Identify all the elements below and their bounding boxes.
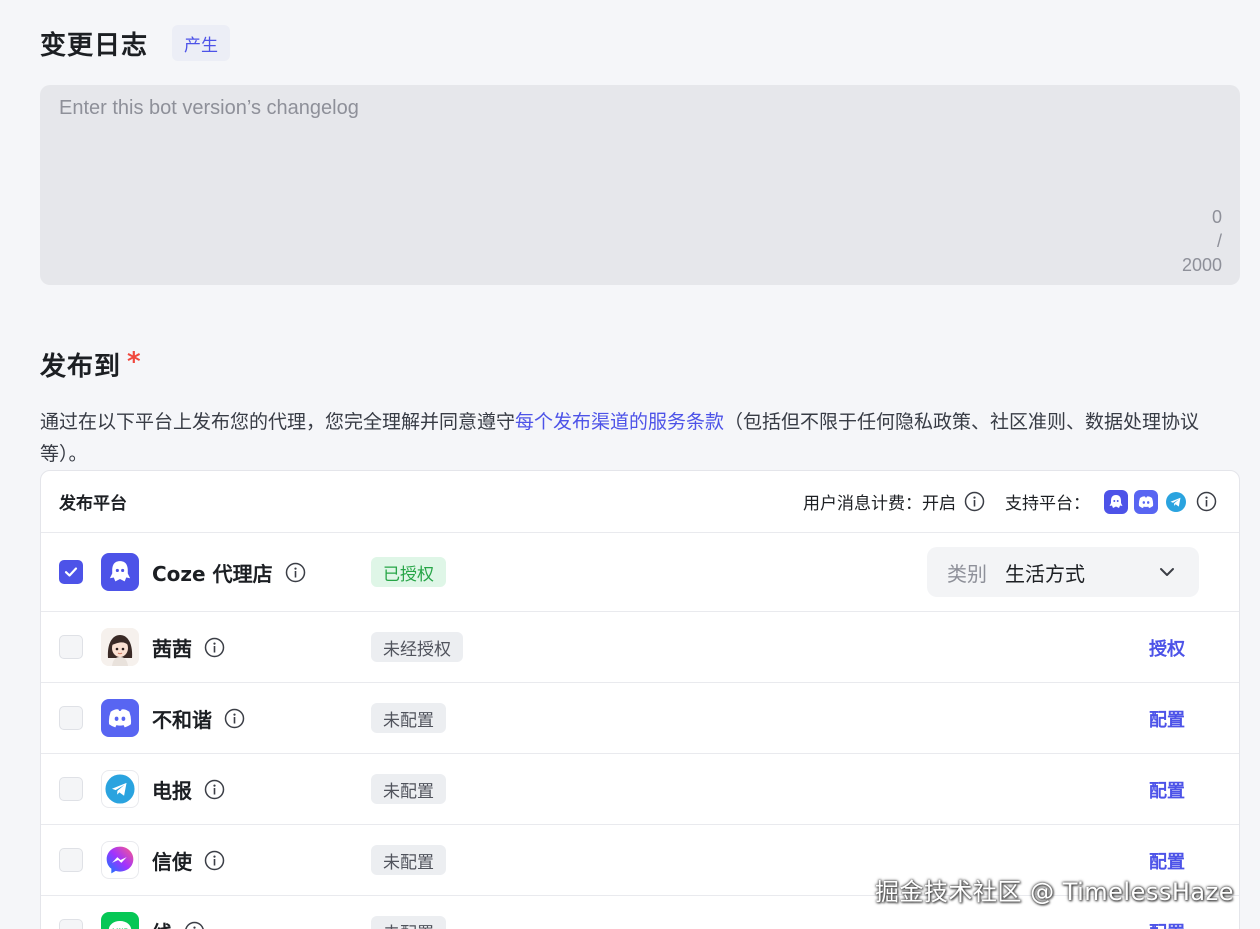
discord-icon [101, 699, 139, 737]
platform-checkbox[interactable] [59, 706, 83, 730]
platform-name: 信使 [152, 847, 225, 874]
platform-name: 不和谐 [152, 705, 245, 732]
configure-button[interactable]: 配置 [1149, 706, 1185, 731]
status-badge: 未配置 [371, 774, 446, 804]
platform-row-coze: Coze 代理店 已授权 类别 生活方式 [41, 533, 1239, 612]
category-label: 类别 [947, 561, 987, 586]
terms-link[interactable]: 每个发布渠道的服务条款 [515, 411, 724, 433]
platform-table: 发布平台 用户消息计费：开启 支持平台： Coze 代理店 已授权 类别 生活方… [40, 470, 1240, 929]
line-icon: LINE [101, 912, 139, 929]
status-badge: 已授权 [371, 557, 446, 587]
table-header-title: 发布平台 [59, 494, 127, 514]
platform-name-label: 电报 [152, 778, 192, 803]
generate-changelog-button[interactable]: 产生 [172, 25, 231, 61]
category-select[interactable]: 类别 生活方式 [927, 547, 1199, 597]
platform-checkbox[interactable] [59, 919, 83, 929]
configure-button[interactable]: 配置 [1149, 919, 1185, 929]
billing-info-icon[interactable] [964, 491, 985, 512]
changelog-header: 变更日志 产生 [40, 24, 231, 62]
coze-icon [101, 553, 139, 591]
platform-name-label: 信使 [152, 849, 192, 874]
info-icon[interactable] [224, 708, 245, 729]
changelog-box: 0 / 2000 [40, 85, 1240, 285]
platform-name: 电报 [152, 776, 225, 803]
chevron-down-icon [1157, 562, 1177, 587]
configure-button[interactable]: 配置 [1149, 848, 1185, 873]
telegram-icon [101, 770, 139, 808]
table-header: 发布平台 用户消息计费：开启 支持平台： [41, 471, 1239, 533]
char-counter-sep: / [1216, 231, 1222, 251]
table-header-right: 用户消息计费：开启 支持平台： [803, 471, 1217, 532]
terms-text: 通过在以下平台上发布您的代理，您完全理解并同意遵守每个发布渠道的服务条款（包括但… [40, 406, 1245, 470]
terms-before: 通过在以下平台上发布您的代理，您完全理解并同意遵守 [40, 411, 516, 433]
char-counter-current: 0 [1211, 207, 1222, 227]
support-info-icon[interactable] [1196, 491, 1217, 512]
authorize-button[interactable]: 授权 [1149, 635, 1185, 660]
required-mark: * [127, 347, 141, 377]
support-label: 支持平台： [1005, 494, 1090, 514]
changelog-title: 变更日志 [40, 30, 149, 61]
platform-checkbox[interactable] [59, 777, 83, 801]
billing-label: 用户消息计费：开启 [803, 494, 956, 514]
platform-checkbox[interactable] [59, 848, 83, 872]
platform-row-discord: 不和谐 未配置 配置 [41, 683, 1239, 754]
char-counter: 0 / 2000 [1162, 205, 1222, 277]
publish-title: 发布到 [40, 351, 122, 382]
info-icon[interactable] [204, 779, 225, 800]
discord-icon [1134, 489, 1158, 514]
publish-page: 变更日志 产生 0 / 2000 发布到 * 通过在以下平台上发布您的代理，您完… [0, 0, 1260, 929]
platform-name: 线 [152, 918, 205, 929]
status-badge: 未经授权 [371, 632, 463, 662]
configure-button[interactable]: 配置 [1149, 777, 1185, 802]
status-badge: 未配置 [371, 703, 446, 733]
changelog-input[interactable] [40, 85, 1180, 275]
info-icon[interactable] [204, 850, 225, 871]
platform-row-cici: 茜茜 未经授权 授权 [41, 612, 1239, 683]
status-badge: 未配置 [371, 845, 446, 875]
coze-icon [1104, 489, 1128, 514]
info-icon[interactable] [285, 562, 306, 583]
info-icon[interactable] [204, 637, 225, 658]
avatar-icon [101, 628, 139, 666]
platform-name-label: 线 [152, 917, 172, 929]
watermark: 掘金技术社区 @ TimelessHaze [874, 878, 1234, 906]
status-badge: 未配置 [371, 916, 446, 929]
platform-name-label: 茜茜 [152, 636, 192, 661]
platform-checkbox[interactable] [59, 560, 83, 584]
platform-row-telegram: 电报 未配置 配置 [41, 754, 1239, 825]
platform-name-label: Coze 代理店 [152, 561, 273, 586]
messenger-icon [101, 841, 139, 879]
platform-name: Coze 代理店 [152, 559, 306, 586]
telegram-icon [1164, 490, 1188, 514]
publish-header: 发布到 * [40, 344, 141, 384]
platform-name: 茜茜 [152, 634, 225, 661]
char-counter-max: 2000 [1181, 255, 1222, 275]
platform-checkbox[interactable] [59, 635, 83, 659]
platform-name-label: 不和谐 [152, 707, 212, 732]
category-value: 生活方式 [1005, 561, 1085, 586]
info-icon[interactable] [184, 921, 205, 929]
